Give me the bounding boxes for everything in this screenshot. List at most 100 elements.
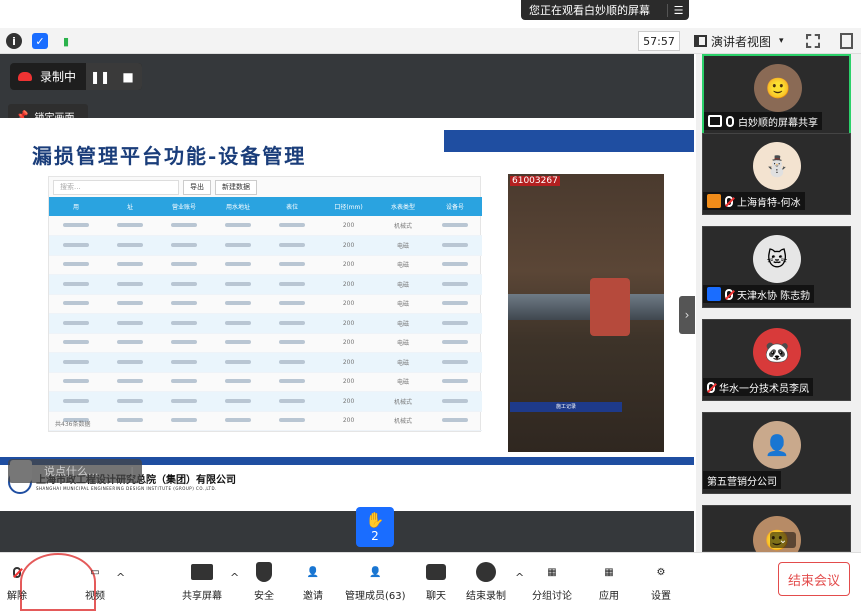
members-icon: 👤 xyxy=(369,566,382,578)
photo-note: 施工记录 xyxy=(510,402,622,412)
participant-tile[interactable]: 🙂 白妙顺的屏幕共享 xyxy=(702,54,851,136)
blurred-text xyxy=(63,340,89,345)
scroll-down-button[interactable]: ⌄ xyxy=(770,532,796,548)
stop-record-button[interactable]: ■ xyxy=(114,63,142,90)
blurred-cell xyxy=(427,372,482,392)
blurred-text xyxy=(171,398,198,403)
participant-tile[interactable]: 👤 第五营销分公司 xyxy=(702,412,851,494)
blurred-cell xyxy=(103,411,158,431)
blurred-text xyxy=(441,281,468,286)
blurred-cell xyxy=(103,372,158,392)
add-user-icon: 👤 xyxy=(306,566,320,578)
blurred-text xyxy=(441,320,468,325)
meter-type-cell: 电磁 xyxy=(378,294,428,314)
security-button[interactable]: 安全 xyxy=(253,561,275,607)
video-options-caret[interactable]: ^ xyxy=(116,571,125,584)
screen-share-icon xyxy=(708,115,722,127)
blurred-text xyxy=(63,242,89,247)
side-panel-icon[interactable] xyxy=(840,33,853,49)
share-options-caret[interactable]: ^ xyxy=(230,571,239,584)
avatar xyxy=(10,460,32,482)
blurred-cell xyxy=(103,313,158,334)
blurred-cell xyxy=(427,411,482,431)
share-screen-button[interactable]: 共享屏幕 xyxy=(182,561,222,607)
participant-name: 上海肯特-何冰 xyxy=(737,197,801,209)
participant-tile[interactable]: 🐱 天津水协 陈志勃 xyxy=(702,226,851,308)
caliber-cell: 200 xyxy=(319,313,379,334)
blurred-text xyxy=(441,262,468,267)
blurred-text xyxy=(225,320,252,325)
caliber-cell: 200 xyxy=(319,294,379,314)
column-header: 水表类型 xyxy=(378,197,428,216)
blurred-cell xyxy=(265,235,320,256)
blurred-text xyxy=(171,359,198,364)
table-row: 200 电磁 xyxy=(49,372,482,392)
chat-button[interactable]: 聊天 xyxy=(425,561,447,607)
device-table-body: 200 机械式 200 电磁 200 电磁 200 电磁 200 电磁 200 电磁 200 电磁 200 电… xyxy=(49,216,482,431)
collapse-gallery-button[interactable]: › xyxy=(679,296,695,334)
blurred-text xyxy=(279,379,306,384)
table-row: 200 电磁 xyxy=(49,235,482,256)
blurred-text xyxy=(441,223,468,227)
blurred-cell xyxy=(157,411,212,431)
blurred-text xyxy=(441,340,468,345)
column-header: 口径(mm) xyxy=(319,197,379,216)
record-options-caret[interactable]: ^ xyxy=(515,571,524,584)
blurred-cell xyxy=(157,313,212,334)
avatar: 🐱 xyxy=(753,235,801,283)
meter-type-cell: 机械式 xyxy=(378,411,428,431)
blurred-text xyxy=(279,398,306,403)
end-record-label: 结束录制 xyxy=(466,591,506,602)
photo-tag: 61003267 xyxy=(510,176,560,186)
signal-icon[interactable]: ▮ xyxy=(58,33,74,49)
info-icon[interactable]: i xyxy=(6,33,22,49)
breakout-rooms-button[interactable]: ▦ 分组讨论 xyxy=(532,561,572,607)
participant-name-bar: 天津水协 陈志勃 xyxy=(703,285,815,303)
breakout-icon: ▦ xyxy=(547,566,557,578)
meter-type-cell: 机械式 xyxy=(378,391,428,412)
blurred-cell xyxy=(211,333,266,353)
shared-screen-area: 录制中 ❚❚ ■ 📌 锁定画面 漏损管理平台功能-设备管理 搜索... 导出 新… xyxy=(0,54,694,552)
blurred-cell xyxy=(103,255,158,275)
blurred-cell xyxy=(103,216,158,236)
participant-name: 天津水协 陈志勃 xyxy=(737,290,811,302)
security-shield-icon[interactable]: ✓ xyxy=(32,33,48,49)
pause-record-button[interactable]: ❚❚ xyxy=(86,63,114,90)
participant-tile[interactable]: ⛄ 上海肯特-何冰 xyxy=(702,133,851,215)
menu-icon[interactable]: ☰ xyxy=(667,3,689,17)
blurred-text xyxy=(279,418,306,423)
blurred-text xyxy=(117,281,144,286)
mic-muted-icon xyxy=(725,288,733,300)
blurred-text xyxy=(117,398,144,403)
security-label: 安全 xyxy=(254,591,274,602)
blurred-text xyxy=(63,320,89,325)
blurred-cell xyxy=(103,274,158,295)
unmute-button[interactable]: 解除 xyxy=(6,561,28,607)
blurred-cell xyxy=(427,274,482,295)
end-meeting-button[interactable]: 结束会议 xyxy=(778,562,850,596)
settings-button[interactable]: ⚙ 设置 xyxy=(650,561,672,607)
blurred-text xyxy=(225,340,252,345)
video-button[interactable]: ▭ 视频 xyxy=(84,561,106,607)
recording-label: 录制中 xyxy=(40,70,77,84)
blurred-text xyxy=(225,418,252,423)
view-mode-dropdown[interactable]: 演讲者视图 ▾ xyxy=(694,31,794,51)
raise-hand-indicator[interactable]: ✋ 2 xyxy=(356,507,394,547)
column-header: 址 xyxy=(103,197,158,216)
comment-input[interactable]: 说点什么... | xyxy=(8,459,142,483)
column-header: 用水地址 xyxy=(211,197,266,216)
breakout-label: 分组讨论 xyxy=(532,591,572,602)
blurred-cell xyxy=(211,235,266,256)
blurred-cell xyxy=(49,313,104,334)
invite-button[interactable]: 👤 邀请 xyxy=(302,561,324,607)
device-table-screenshot: 搜索... 导出 新建数据 用 址 营业账号 用水地址 表位 口径(mm) 水表 xyxy=(48,176,482,432)
blurred-text xyxy=(279,320,306,325)
manage-members-button[interactable]: 👤 管理成员(63) xyxy=(345,561,406,607)
end-recording-button[interactable]: 结束录制 xyxy=(466,561,506,607)
fullscreen-icon[interactable] xyxy=(806,34,820,48)
new-data-button: 新建数据 xyxy=(215,180,257,195)
participant-tile[interactable]: 🐼 华水一分技术员李凤 xyxy=(702,319,851,401)
blurred-cell xyxy=(103,294,158,314)
apps-button[interactable]: ▦ 应用 xyxy=(598,561,620,607)
chat-label: 聊天 xyxy=(426,591,446,602)
